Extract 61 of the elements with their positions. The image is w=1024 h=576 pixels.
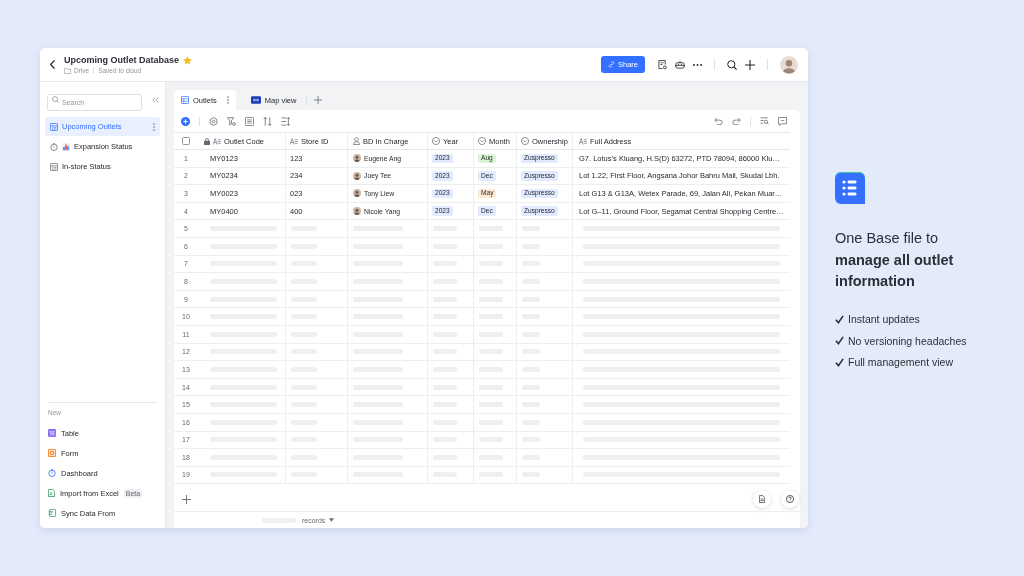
- feature-text: Full management view: [848, 356, 954, 368]
- plus-icon[interactable]: [745, 59, 755, 70]
- row-height-icon[interactable]: [281, 116, 290, 126]
- avatar-icon: [353, 171, 361, 180]
- link-icon: [608, 61, 615, 68]
- person-icon: [353, 137, 360, 145]
- feature-text: No versioning headaches: [848, 334, 967, 347]
- search-icon: [52, 96, 59, 103]
- map-icon: [250, 96, 261, 104]
- more-icon[interactable]: [693, 63, 702, 66]
- avatar-icon[interactable]: [780, 55, 798, 74]
- help-button[interactable]: [781, 490, 799, 509]
- search-icon[interactable]: [727, 59, 737, 70]
- add-row-icon[interactable]: [182, 495, 191, 505]
- avatar-icon: [353, 154, 361, 163]
- bar-chart-icon: [62, 142, 70, 151]
- back-icon[interactable]: [50, 60, 55, 69]
- undo-icon[interactable]: [714, 117, 723, 125]
- double-chevron-icon[interactable]: [152, 96, 159, 103]
- form-icon: [48, 449, 56, 457]
- feature-text: Instant updates: [848, 313, 920, 325]
- table-icon: [181, 96, 189, 104]
- text-field-icon: [290, 137, 298, 145]
- robot-icon[interactable]: [675, 60, 685, 69]
- timer-icon: [48, 469, 56, 477]
- find-icon[interactable]: [760, 117, 769, 125]
- filter-icon[interactable]: [227, 116, 236, 126]
- spreadsheet-icon: [48, 489, 55, 497]
- document-button[interactable]: [753, 490, 771, 509]
- avatar-icon: [353, 207, 361, 216]
- document-icon[interactable]: [658, 59, 667, 70]
- list-icon[interactable]: [245, 116, 254, 126]
- timer-icon: [50, 142, 58, 151]
- app-logo-icon: [835, 172, 865, 204]
- sort-icon[interactable]: [263, 116, 272, 126]
- table-icon: [50, 162, 58, 171]
- redo-icon[interactable]: [732, 117, 741, 125]
- check-icon: [835, 357, 844, 367]
- table-icon: [48, 429, 56, 437]
- add-view-icon[interactable]: [314, 96, 323, 104]
- sync-icon: [48, 509, 56, 517]
- dropdown-icon: [478, 137, 486, 145]
- folder-icon: [64, 67, 71, 74]
- help-icon: [786, 495, 794, 504]
- add-record-icon[interactable]: [181, 116, 190, 126]
- comment-icon[interactable]: [778, 116, 787, 126]
- promo-heading: One Base file to manage all outlet information: [835, 229, 955, 291]
- dropdown-icon: [432, 137, 440, 145]
- settings-icon[interactable]: [209, 116, 218, 126]
- caret-icon[interactable]: [329, 518, 335, 522]
- table-icon: [50, 122, 58, 131]
- checkbox[interactable]: [182, 137, 190, 145]
- check-icon: [835, 314, 844, 324]
- star-icon[interactable]: [183, 55, 193, 65]
- document-icon: [759, 495, 765, 504]
- check-icon: [835, 336, 844, 345]
- text-field-icon: [213, 137, 221, 145]
- dropdown-icon: [521, 137, 529, 145]
- window-title: Upcoming Outlet Database: [64, 55, 180, 65]
- text-field-icon: [579, 137, 587, 145]
- avatar-icon: [353, 189, 361, 198]
